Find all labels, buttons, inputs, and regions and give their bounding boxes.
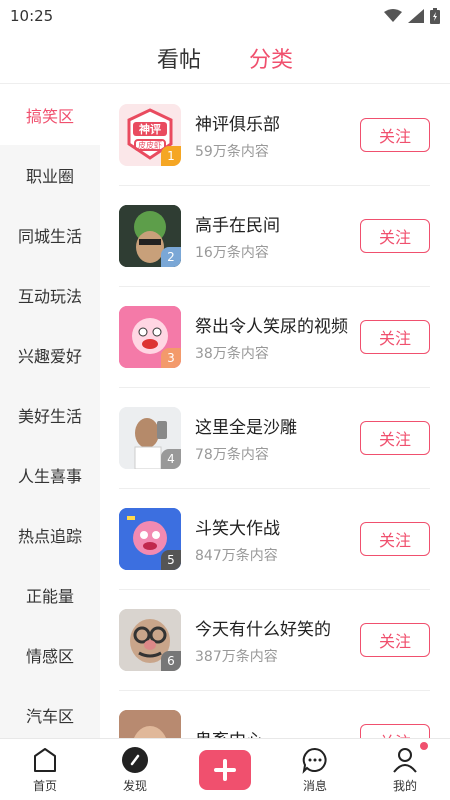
community-count: 847万条内容: [195, 547, 278, 564]
community-avatar: [119, 710, 181, 738]
nav-discover-label: 发现: [122, 778, 147, 793]
sidebar-item-trending[interactable]: 热点追踪: [0, 505, 100, 565]
nav-mine[interactable]: 我的: [370, 741, 440, 794]
community-meta: 这里全是沙雕 78万条内容: [195, 413, 360, 464]
notification-dot: [420, 741, 428, 750]
status-bar: 10:25: [0, 0, 450, 32]
list-item[interactable]: 神评 皮皮虾 1 神评俱乐部 59万条内容 关注: [119, 85, 430, 186]
nav-home[interactable]: 首页: [10, 746, 80, 794]
bottom-nav: 首页 发现 消息 我的: [0, 738, 450, 800]
sidebar-item-cars[interactable]: 汽车区: [0, 685, 100, 738]
tab-posts[interactable]: 看帖: [157, 42, 201, 74]
community-meta: 鬼畜中心: [195, 726, 360, 739]
list-item[interactable]: 5 斗笑大作战 847万条内容 关注: [119, 489, 430, 590]
community-meta: 神评俱乐部 59万条内容: [195, 110, 360, 161]
community-avatar: 5: [119, 508, 181, 570]
category-content: 搞笑区 职业圈 同城生活 互动玩法 兴趣爱好 美好生活 人生喜事 热点追踪 正能…: [0, 85, 450, 738]
follow-button[interactable]: 关注: [360, 118, 430, 152]
community-title: 今天有什么好笑的: [195, 619, 331, 640]
sidebar-item-career[interactable]: 职业圈: [0, 145, 100, 205]
publish-button[interactable]: [199, 749, 251, 790]
list-item[interactable]: 2 高手在民间 16万条内容 关注: [119, 186, 430, 287]
follow-button[interactable]: 关注: [360, 320, 430, 354]
community-count: 38万条内容: [195, 345, 269, 362]
sidebar-item-interactive[interactable]: 互动玩法: [0, 265, 100, 325]
top-tabs: 看帖 分类: [0, 32, 450, 84]
list-item[interactable]: 3 祭出令人笑尿的视频 38万条内容 关注: [119, 287, 430, 388]
signal-icon: [408, 9, 424, 23]
community-title: 鬼畜中心: [195, 726, 350, 739]
list-item[interactable]: 6 今天有什么好笑的 387万条内容 关注: [119, 590, 430, 691]
sidebar-item-positive-energy[interactable]: 正能量: [0, 565, 100, 625]
follow-button[interactable]: 关注: [360, 421, 430, 455]
community-avatar: 4: [119, 407, 181, 469]
logo-text-top: 神评: [139, 123, 161, 136]
rank-badge: 6: [161, 651, 181, 671]
community-list: 神评 皮皮虾 1 神评俱乐部 59万条内容 关注 2 高手在民间 16万条内容 …: [100, 85, 450, 738]
rank-badge: 4: [161, 449, 181, 469]
nav-home-label: 首页: [32, 778, 57, 793]
community-count: 78万条内容: [195, 446, 269, 463]
rank-badge: 2: [161, 247, 181, 267]
community-title: 斗笑大作战: [195, 518, 280, 539]
follow-button[interactable]: 关注: [360, 724, 430, 738]
status-icons: [384, 8, 440, 24]
plus-icon: [214, 758, 236, 781]
status-time: 10:25: [10, 7, 54, 25]
nav-discover[interactable]: 发现: [100, 746, 170, 794]
logo-text-bottom: 皮皮虾: [138, 141, 162, 150]
sidebar-item-funny[interactable]: 搞笑区: [0, 85, 100, 145]
community-avatar: 3: [119, 306, 181, 368]
nav-publish[interactable]: [190, 749, 260, 790]
rank-badge: 3: [161, 348, 181, 368]
community-avatar: 2: [119, 205, 181, 267]
community-count: 59万条内容: [195, 143, 269, 160]
follow-button[interactable]: 关注: [360, 219, 430, 253]
battery-icon: [430, 8, 440, 24]
sidebar-item-emotions[interactable]: 情感区: [0, 625, 100, 685]
community-title: 高手在民间: [195, 215, 280, 236]
sidebar-item-hobbies[interactable]: 兴趣爱好: [0, 325, 100, 385]
list-item[interactable]: 4 这里全是沙雕 78万条内容 关注: [119, 388, 430, 489]
follow-button[interactable]: 关注: [360, 522, 430, 556]
rank-badge: 5: [161, 550, 181, 570]
community-meta: 祭出令人笑尿的视频 38万条内容: [195, 312, 360, 363]
nav-messages[interactable]: 消息: [280, 746, 350, 794]
sidebar-item-good-life[interactable]: 美好生活: [0, 385, 100, 445]
list-item[interactable]: 鬼畜中心 关注: [119, 691, 430, 738]
follow-button[interactable]: 关注: [360, 623, 430, 657]
community-title: 这里全是沙雕: [195, 417, 297, 438]
sidebar-item-local-life[interactable]: 同城生活: [0, 205, 100, 265]
message-icon: [302, 747, 327, 774]
community-title: 祭出令人笑尿的视频: [195, 316, 348, 337]
community-meta: 斗笑大作战 847万条内容: [195, 514, 360, 565]
community-meta: 高手在民间 16万条内容: [195, 211, 360, 262]
nav-messages-label: 消息: [302, 778, 327, 793]
wifi-icon: [384, 9, 402, 22]
community-avatar: 6: [119, 609, 181, 671]
sidebar-item-life-events[interactable]: 人生喜事: [0, 445, 100, 505]
community-title: 神评俱乐部: [195, 114, 280, 135]
category-sidebar: 搞笑区 职业圈 同城生活 互动玩法 兴趣爱好 美好生活 人生喜事 热点追踪 正能…: [0, 85, 100, 738]
nav-mine-label: 我的: [392, 778, 417, 793]
compass-icon: [122, 746, 148, 773]
community-avatar: 神评 皮皮虾 1: [119, 104, 181, 166]
home-icon: [34, 747, 56, 772]
community-meta: 今天有什么好笑的 387万条内容: [195, 615, 360, 666]
community-count: 387万条内容: [195, 648, 278, 665]
community-count: 16万条内容: [195, 244, 269, 261]
rank-badge: 1: [161, 146, 181, 166]
user-icon: [393, 747, 417, 773]
tab-categories[interactable]: 分类: [249, 42, 293, 74]
